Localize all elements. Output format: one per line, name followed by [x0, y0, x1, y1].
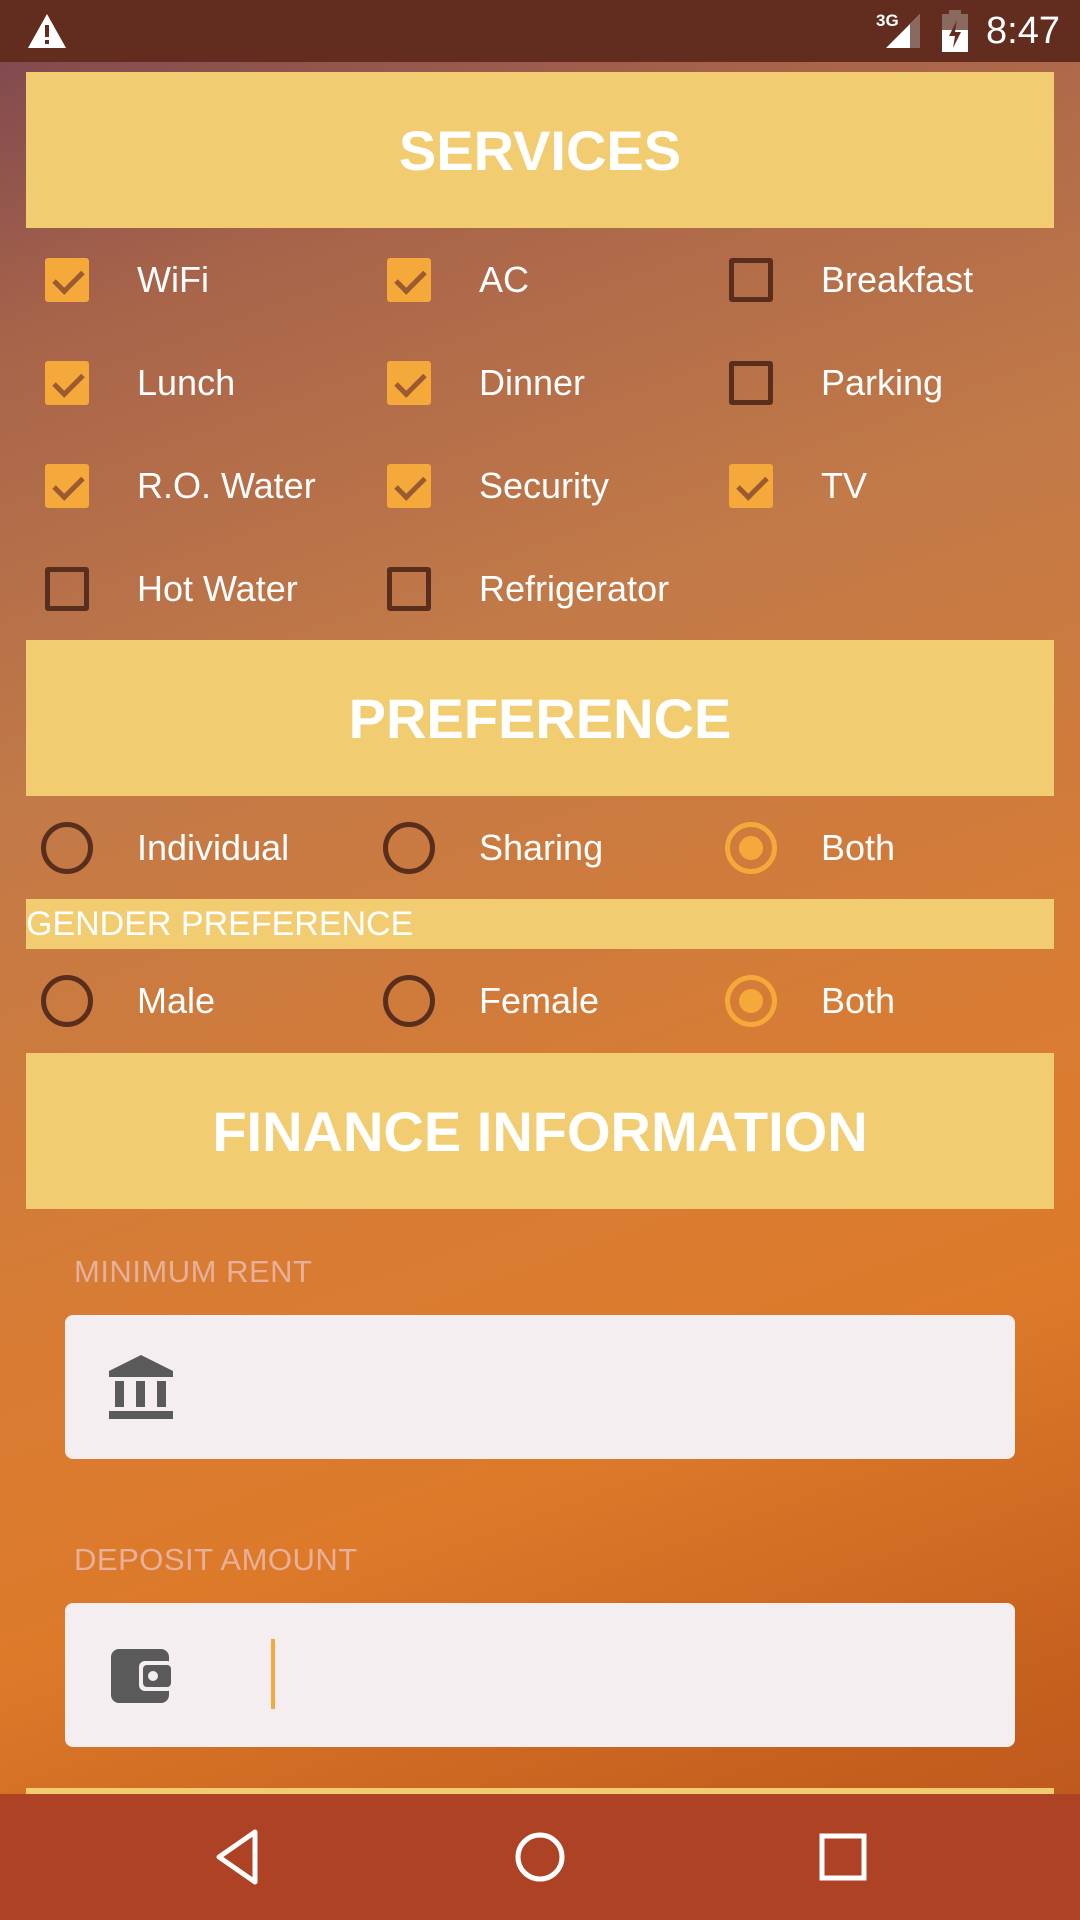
warning-icon — [28, 14, 66, 48]
text-cursor — [271, 1639, 275, 1709]
preference-label: Both — [821, 827, 896, 868]
service-hot-water[interactable]: Hot Water — [0, 559, 342, 619]
wifi-checkbox[interactable] — [45, 258, 89, 302]
preference-individual[interactable]: Individual — [0, 818, 342, 878]
gender-both[interactable]: Both — [684, 971, 1064, 1031]
service-label: AC — [479, 259, 530, 300]
wallet-icon — [111, 1649, 173, 1703]
deposit-amount-label: DEPOSIT AMOUNT — [74, 1542, 358, 1577]
gender-label: Female — [479, 980, 600, 1021]
preference-label: Individual — [137, 827, 290, 868]
service-ac[interactable]: AC — [342, 250, 684, 310]
service-label: WiFi — [137, 259, 209, 300]
status-bar: 3G 8:47 — [0, 0, 1080, 62]
gender-preference-header: GENDER PREFERENCE — [26, 899, 1054, 949]
gender-female[interactable]: Female — [342, 971, 684, 1031]
service-parking[interactable]: Parking — [684, 353, 1064, 413]
female-radio[interactable] — [383, 975, 435, 1027]
hot-water-checkbox[interactable] — [45, 567, 89, 611]
finance-header: FINANCE INFORMATION — [26, 1053, 1054, 1209]
gender-label: Male — [137, 980, 216, 1021]
minimum-rent-input[interactable] — [205, 1345, 985, 1429]
lunch-checkbox[interactable] — [45, 361, 89, 405]
refrigerator-checkbox[interactable] — [387, 567, 431, 611]
service-label: Parking — [821, 362, 944, 403]
service-lunch[interactable]: Lunch — [0, 353, 342, 413]
navigation-bar — [0, 1794, 1080, 1920]
security-checkbox[interactable] — [387, 464, 431, 508]
preference-label: Sharing — [479, 827, 604, 868]
gender-both-radio[interactable] — [725, 975, 777, 1027]
service-label: Breakfast — [821, 259, 974, 300]
gender-label: Both — [821, 980, 896, 1021]
preference-both[interactable]: Both — [684, 818, 1064, 878]
deposit-amount-field[interactable] — [65, 1603, 1015, 1747]
sharing-radio[interactable] — [383, 822, 435, 874]
minimum-rent-field[interactable] — [65, 1315, 1015, 1459]
service-label: Refrigerator — [479, 568, 670, 609]
parking-checkbox[interactable] — [729, 361, 773, 405]
clock: 8:47 — [986, 10, 1060, 52]
ro-water-checkbox[interactable] — [45, 464, 89, 508]
service-label: TV — [821, 465, 868, 506]
individual-radio[interactable] — [41, 822, 93, 874]
preference-sharing[interactable]: Sharing — [342, 818, 684, 878]
gender-male[interactable]: Male — [0, 971, 342, 1031]
back-icon[interactable] — [203, 1822, 273, 1892]
services-header: SERVICES — [26, 72, 1054, 228]
dinner-checkbox[interactable] — [387, 361, 431, 405]
service-label: Hot Water — [137, 568, 298, 609]
minimum-rent-label: MINIMUM RENT — [74, 1254, 313, 1289]
deposit-amount-input[interactable] — [281, 1633, 981, 1717]
service-security[interactable]: Security — [342, 456, 684, 516]
service-breakfast[interactable]: Breakfast — [684, 250, 1064, 310]
service-tv[interactable]: TV — [684, 456, 1064, 516]
tv-checkbox[interactable] — [729, 464, 773, 508]
service-wifi[interactable]: WiFi — [0, 250, 342, 310]
breakfast-checkbox[interactable] — [729, 258, 773, 302]
service-refrigerator[interactable]: Refrigerator — [342, 559, 742, 619]
both-radio[interactable] — [725, 822, 777, 874]
ac-checkbox[interactable] — [387, 258, 431, 302]
home-icon[interactable] — [505, 1822, 575, 1892]
bank-icon — [109, 1355, 173, 1419]
service-dinner[interactable]: Dinner — [342, 353, 684, 413]
service-label: Security — [479, 465, 610, 506]
service-ro-water[interactable]: R.O. Water — [0, 456, 342, 516]
service-label: Dinner — [479, 362, 586, 403]
service-label: R.O. Water — [137, 465, 316, 506]
male-radio[interactable] — [41, 975, 93, 1027]
signal-icon — [886, 14, 920, 48]
recents-icon[interactable] — [808, 1822, 878, 1892]
battery-charging-icon — [942, 10, 968, 52]
preference-header: PREFERENCE — [26, 640, 1054, 796]
service-label: Lunch — [137, 362, 236, 403]
